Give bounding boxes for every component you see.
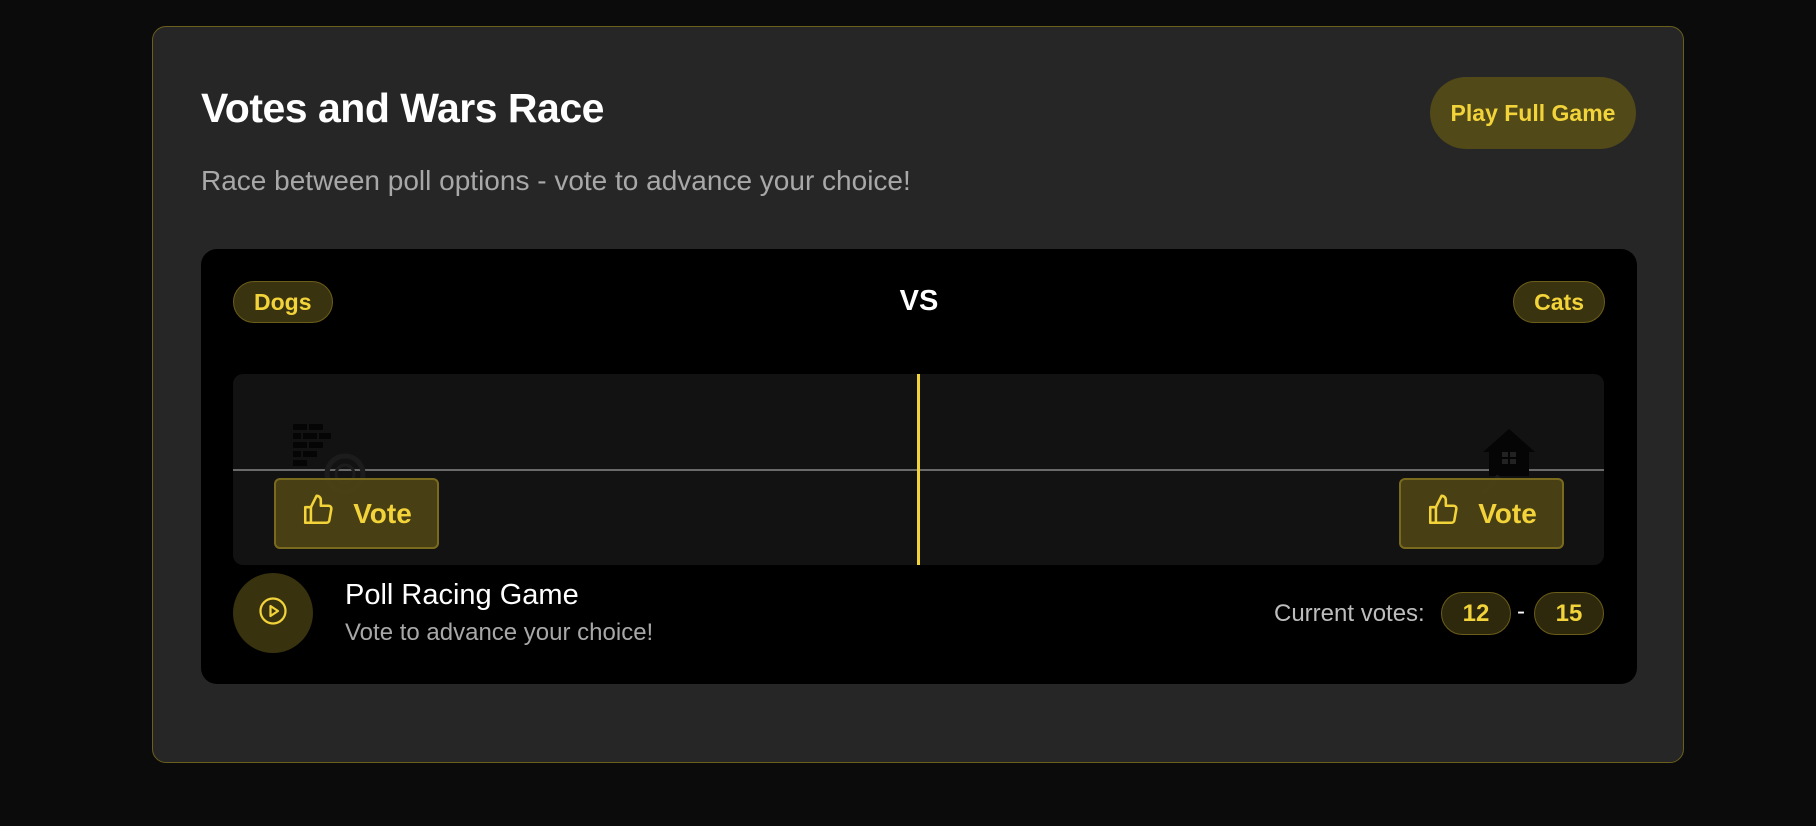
current-votes-label: Current votes: bbox=[1274, 600, 1425, 627]
game-description: Vote to advance your choice! bbox=[345, 619, 654, 646]
thumbs-up-icon bbox=[1426, 493, 1460, 534]
option-b-badge: Cats bbox=[1513, 281, 1605, 323]
play-full-game-button[interactable]: Play Full Game bbox=[1430, 77, 1636, 149]
vote-label: Vote bbox=[1478, 497, 1537, 529]
game-name: Poll Racing Game bbox=[345, 579, 579, 611]
vote-count-a: 12 bbox=[1441, 592, 1511, 635]
vote-option-a-button[interactable]: Vote bbox=[274, 478, 439, 549]
vs-label: VS bbox=[899, 285, 939, 317]
finish-divider bbox=[917, 374, 920, 565]
race-track: Vote Vote bbox=[233, 374, 1604, 565]
race-panel: Dogs VS Cats Vote Vote Poll Racing Game … bbox=[201, 249, 1637, 684]
game-card: Votes and Wars Race Race between poll op… bbox=[152, 26, 1684, 763]
page-title: Votes and Wars Race bbox=[201, 85, 604, 131]
play-icon bbox=[258, 596, 288, 631]
thumbs-up-icon bbox=[301, 493, 335, 534]
play-game-button[interactable] bbox=[233, 573, 313, 653]
vote-count-b: 15 bbox=[1534, 592, 1604, 635]
vote-separator: - bbox=[1517, 598, 1525, 625]
page-subtitle: Race between poll options - vote to adva… bbox=[201, 165, 911, 196]
vote-label: Vote bbox=[353, 497, 412, 529]
vote-option-b-button[interactable]: Vote bbox=[1399, 478, 1564, 549]
